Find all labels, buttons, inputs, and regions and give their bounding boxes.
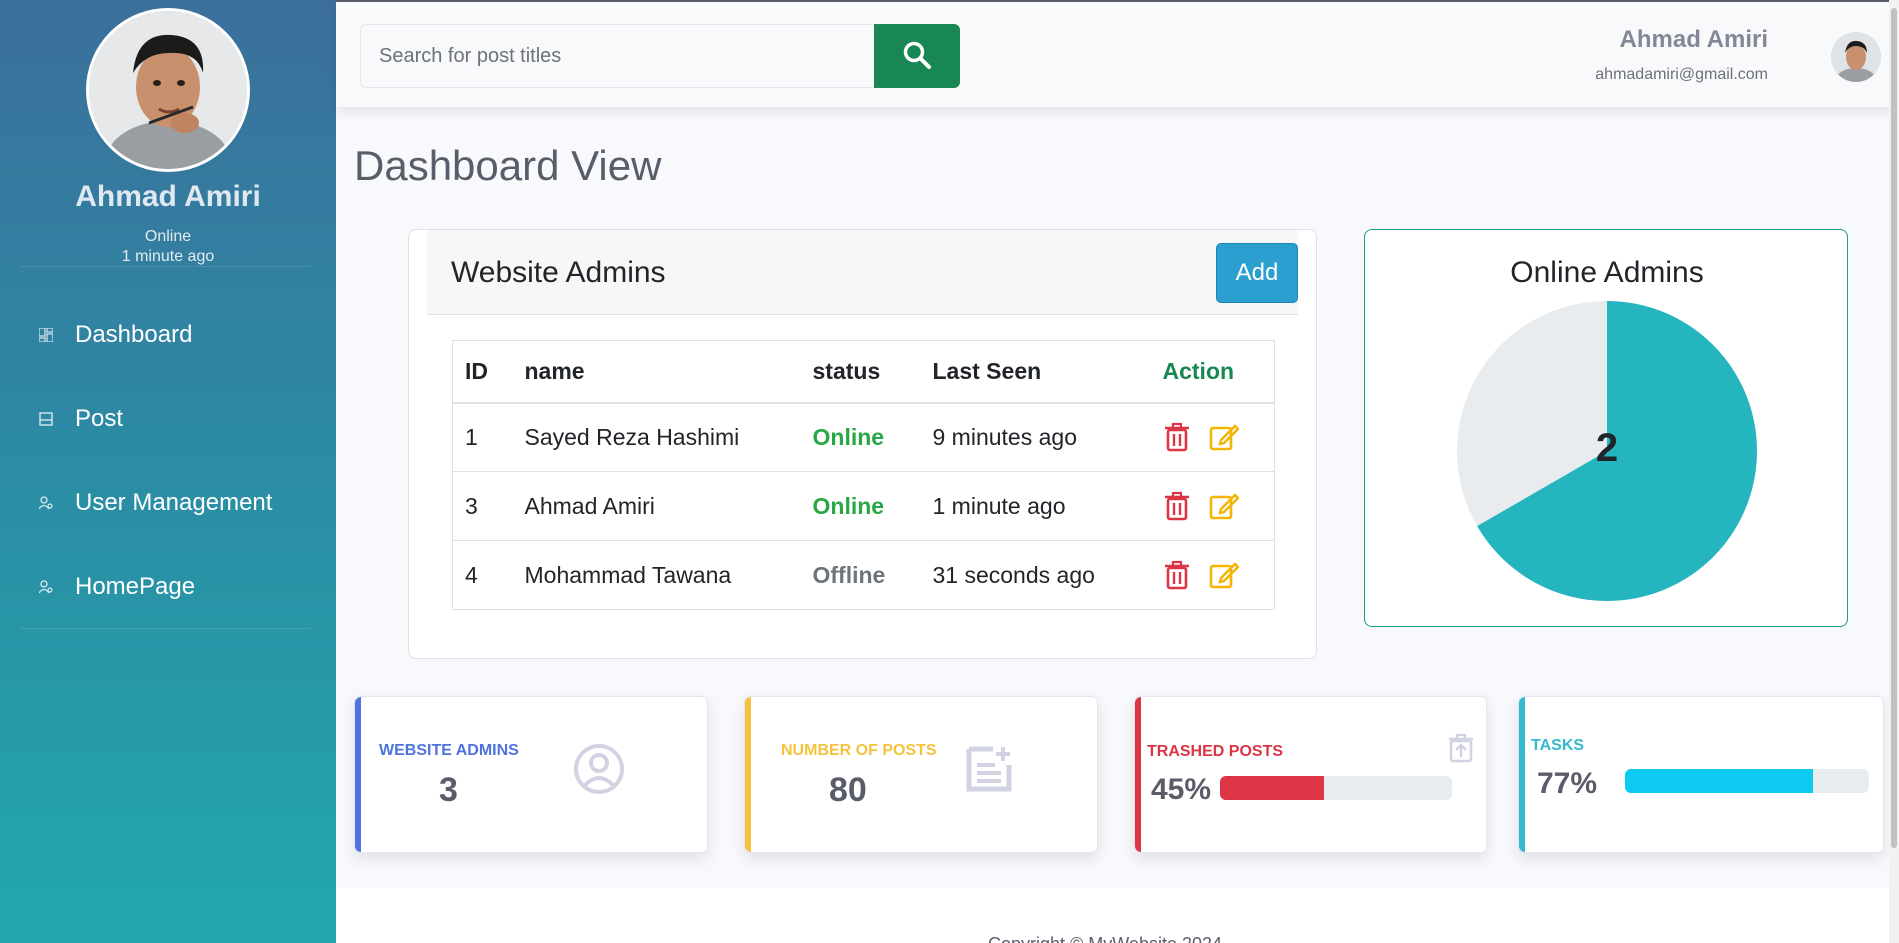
table-row: 3 Ahmad Amiri Online 1 minute ago [452,471,1275,541]
stat-value: 77% [1537,767,1598,800]
online-admins-card: Online Admins 2 [1364,229,1848,627]
chart-title: Online Admins [1510,256,1704,289]
cell-id: 3 [452,471,513,541]
column-header-status: status [800,340,921,404]
website-admins-card: Website Admins Add ID name status Last S… [408,229,1317,659]
card-accent-bar [1135,697,1141,852]
cell-name: Sayed Reza Hashimi [512,402,801,472]
stat-card-number-of-posts: NUMBER OF POSTS 80 [744,696,1098,853]
delete-icon[interactable] [1163,491,1191,521]
trash-restore-icon [1448,733,1474,768]
cell-last-seen: 1 minute ago [920,471,1151,541]
card-title: Website Admins [451,256,666,289]
scrollbar-thumb[interactable] [1891,8,1897,848]
dashboard-icon [38,327,54,343]
sidebar-item-label: HomePage [75,573,196,600]
pie-center-value: 2 [1595,426,1619,470]
add-admin-button[interactable]: Add [1216,243,1298,303]
stat-label: WEBSITE ADMINS [379,742,519,759]
stat-value: 80 [829,771,867,809]
stat-card-tasks: TASKS 77% [1518,696,1884,853]
card-header: Website Admins Add [427,230,1298,315]
profile-status: Online [144,228,192,245]
cell-status: Online [800,402,921,472]
profile-name: Ahmad Amiri [75,180,261,213]
topbar-user-email: ahmadamiri@gmail.com [1595,66,1768,83]
sidebar-item-post[interactable]: Post [0,389,336,449]
sidebar-item-user-management[interactable]: User Management [0,473,336,533]
stat-label: TRASHED POSTS [1147,743,1284,760]
card-accent-bar [1519,697,1525,852]
profile-last-seen: 1 minute ago [121,248,215,265]
cell-status: Online [800,471,921,541]
column-header-action: Action [1150,340,1275,404]
column-header-name: name [512,340,801,404]
search-button[interactable] [874,24,960,88]
top-navbar: Ahmad Amiri ahmadamiri@gmail.com [336,0,1899,107]
trashed-progress-bar [1220,776,1452,800]
post-icon [38,411,54,427]
sidebar-item-label: User Management [75,489,273,516]
cell-last-seen: 31 seconds ago [920,540,1151,610]
sidebar-divider [20,266,310,267]
cell-id: 4 [452,540,513,610]
delete-icon[interactable] [1163,560,1191,590]
table-row: 4 Mohammad Tawana Offline 31 seconds ago [452,540,1275,610]
cell-status: Offline [800,540,921,610]
sidebar-item-label: Dashboard [75,321,193,348]
stat-card-trashed-posts: TRASHED POSTS 45% [1134,696,1487,853]
cell-name: Ahmad Amiri [512,471,801,541]
card-accent-bar [355,697,361,852]
cell-name: Mohammad Tawana [512,540,801,610]
stat-label: NUMBER OF POSTS [781,742,937,759]
stat-card-website-admins: WEBSITE ADMINS 3 [354,696,708,853]
user-circle-icon [573,743,625,800]
delete-icon[interactable] [1163,422,1191,452]
search-icon [902,40,932,73]
edit-icon[interactable] [1209,422,1240,452]
topbar-user-avatar[interactable] [1831,32,1881,82]
column-header-last-seen: Last Seen [920,340,1151,404]
cell-actions [1150,540,1275,610]
table-header-row: ID name status Last Seen Action [452,340,1275,404]
profile-avatar [86,8,250,172]
search-input[interactable] [360,24,874,88]
sidebar-divider [20,628,310,629]
user-management-icon [38,495,54,511]
homepage-icon [38,579,54,595]
card-accent-bar [745,697,751,852]
tasks-progress-bar [1625,769,1869,793]
cell-last-seen: 9 minutes ago [920,402,1151,472]
progress-fill [1625,769,1813,793]
page-title: Dashboard View [354,142,662,189]
sidebar-item-label: Post [75,405,124,432]
progress-fill [1220,776,1325,800]
sidebar-item-homepage[interactable]: HomePage [0,557,336,617]
edit-icon[interactable] [1209,491,1240,521]
stat-value: 45% [1151,773,1212,806]
cell-id: 1 [452,402,513,472]
cell-actions [1150,471,1275,541]
table-row: 1 Sayed Reza Hashimi Online 9 minutes ag… [452,402,1275,472]
column-header-id: ID [452,340,513,404]
stat-label: TASKS [1531,737,1585,754]
edit-icon[interactable] [1209,560,1240,590]
footer-copyright: Copyright © MyWebsite 2024 [988,934,1222,943]
cell-actions [1150,402,1275,472]
stat-value: 3 [439,771,458,809]
sidebar: Ahmad Amiri Online 1 minute ago Dashboar… [0,0,336,943]
sidebar-item-dashboard[interactable]: Dashboard [0,305,336,365]
topbar-user-name[interactable]: Ahmad Amiri [1620,26,1768,54]
admins-table: ID name status Last Seen Action 1 Sayed … [452,340,1275,610]
post-add-icon [963,743,1015,800]
